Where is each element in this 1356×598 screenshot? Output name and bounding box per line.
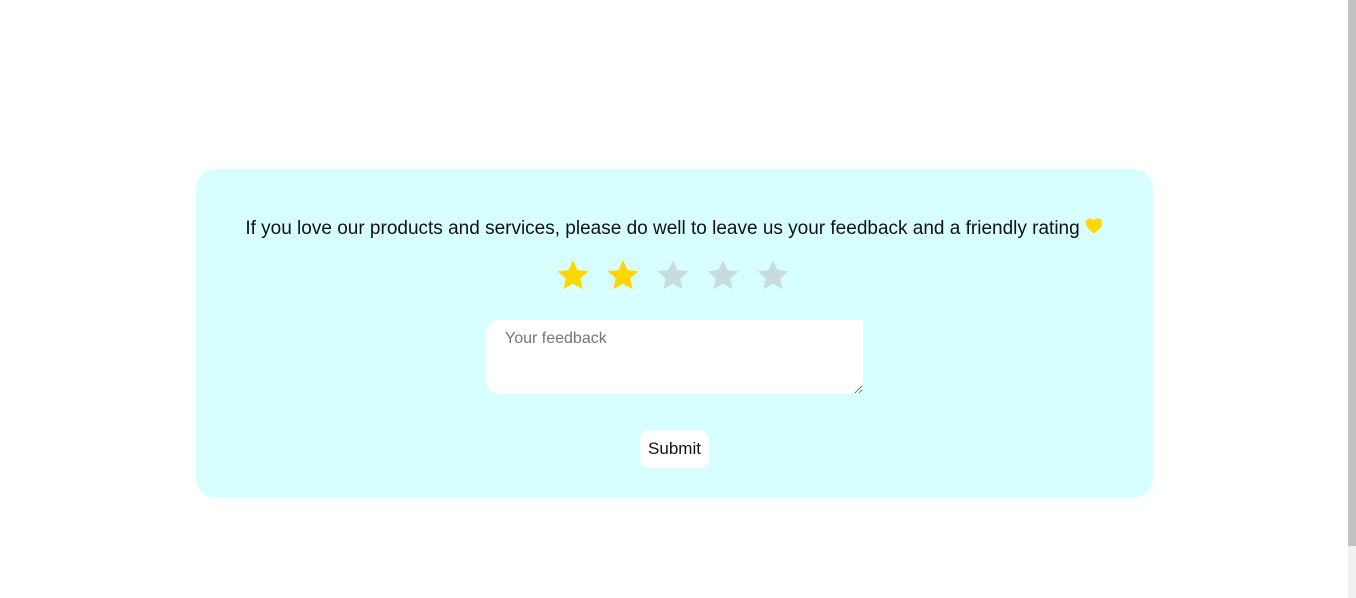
star-4-icon[interactable] (704, 257, 742, 295)
yellow-heart-icon (1085, 218, 1103, 234)
star-3-icon[interactable] (654, 257, 692, 295)
star-2-icon[interactable] (604, 257, 642, 295)
feedback-prompt: If you love our products and services, p… (196, 216, 1153, 241)
star-rating (554, 257, 794, 297)
feedback-textarea[interactable] (486, 320, 863, 394)
star-5-icon[interactable] (754, 257, 792, 295)
scrollbar-track[interactable] (1348, 0, 1356, 598)
star-1-icon[interactable] (554, 257, 592, 295)
page: If you love our products and services, p… (0, 0, 1356, 598)
submit-button[interactable]: Submit (640, 430, 709, 468)
scrollbar-thumb[interactable] (1348, 0, 1356, 546)
feedback-card: If you love our products and services, p… (196, 169, 1153, 498)
feedback-prompt-text: If you love our products and services, p… (245, 218, 1080, 239)
